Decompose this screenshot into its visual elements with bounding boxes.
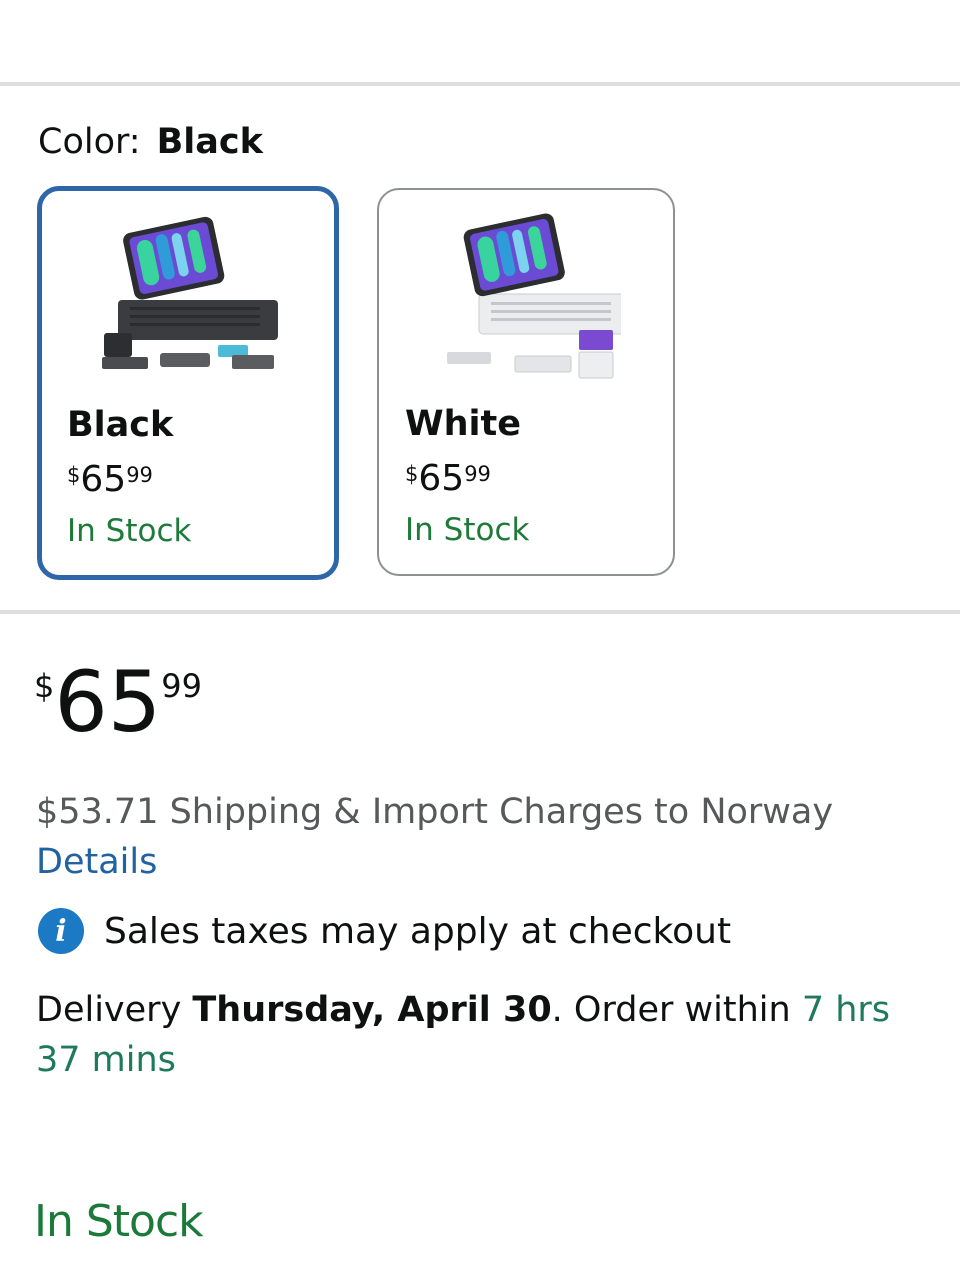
color-option-price: $6599 <box>405 458 491 499</box>
black-keyboard-case-thumbnail <box>102 216 278 369</box>
tax-notice-text: Sales taxes may apply at checkout <box>104 910 732 952</box>
shipping-charges-text: $53.71 Shipping & Import Charges to Norw… <box>36 792 834 832</box>
color-option-name: White <box>405 404 521 444</box>
color-option-name: Black <box>67 405 174 445</box>
color-option-white[interactable]: White $6599 In Stock <box>377 188 675 576</box>
product-price: $6599 <box>34 653 202 751</box>
white-keyboard-case-thumbnail <box>447 213 621 379</box>
color-option-stock: In Stock <box>67 513 192 549</box>
top-divider <box>0 82 960 86</box>
mid-divider <box>0 610 960 614</box>
shipping-details-link[interactable]: Details <box>36 842 157 882</box>
color-label: Color: <box>38 122 141 162</box>
color-option-stock: In Stock <box>405 512 530 548</box>
availability-status: In Stock <box>34 1196 204 1247</box>
color-label-row: Color: Black <box>38 122 263 162</box>
color-option-black[interactable]: Black $6599 In Stock <box>37 186 339 580</box>
info-icon[interactable]: i <box>38 908 84 954</box>
color-option-price: $6599 <box>67 459 153 500</box>
delivery-date: Thursday, April 30 <box>192 990 552 1030</box>
delivery-message: Delivery Thursday, April 30. Order withi… <box>36 990 891 1080</box>
tax-notice-row: i Sales taxes may apply at checkout <box>38 908 731 954</box>
product-buy-box: Color: Black Black $6599 In Stock White … <box>0 0 960 1280</box>
color-selected-value: Black <box>156 122 263 162</box>
